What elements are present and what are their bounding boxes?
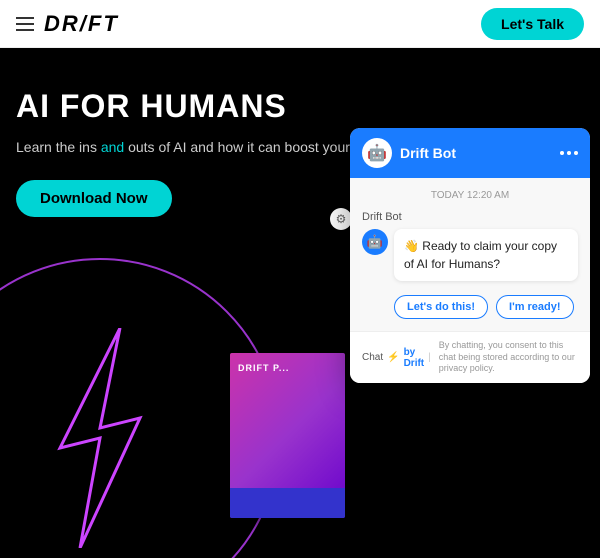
lets-talk-button[interactable]: Let's Talk — [481, 8, 584, 40]
drift-logo: DR/FT — [44, 11, 119, 37]
chat-footer-policy: By chatting, you consent to this chat be… — [439, 340, 578, 375]
nav-left: DR/FT — [16, 11, 119, 37]
chat-footer-by-drift: by Drift — [404, 347, 425, 369]
chat-widget: 🤖 Drift Bot TODAY 12:20 AM Drift Bot 🤖 👋… — [350, 128, 590, 383]
chat-footer-divider: | — [428, 352, 431, 363]
chat-body: TODAY 12:20 AM Drift Bot 🤖 👋 Ready to cl… — [350, 178, 590, 331]
chat-timestamp: TODAY 12:20 AM — [362, 190, 578, 201]
bot-avatar-small: 🤖 — [362, 229, 388, 255]
chat-bot-name: Drift Bot — [400, 145, 456, 161]
chat-options-icon[interactable] — [560, 151, 578, 155]
download-now-button[interactable]: Download Now — [16, 180, 172, 217]
book-label: DRIFT P... — [238, 363, 289, 373]
subtitle-highlight: and — [101, 139, 124, 155]
subtitle-text-before: Learn the ins — [16, 139, 101, 155]
menu-icon[interactable] — [16, 17, 34, 31]
chat-actions: Let's do this! I'm ready! — [394, 295, 578, 319]
chat-action-btn-2[interactable]: I'm ready! — [496, 295, 574, 319]
chat-header: 🤖 Drift Bot — [350, 128, 590, 178]
hero-title: AI FOR HUMANS — [16, 88, 584, 125]
chat-message-row: 🤖 👋 Ready to claim your copy of AI for H… — [362, 229, 578, 281]
chat-bubble: 👋 Ready to claim your copy of AI for Hum… — [394, 229, 578, 281]
chat-settings-icon[interactable]: ⚙ — [330, 208, 352, 230]
navbar: DR/FT Let's Talk — [0, 0, 600, 48]
chat-header-left: 🤖 Drift Bot — [362, 138, 456, 168]
book-bottom-bar — [230, 488, 345, 518]
hero-section: AI FOR HUMANS Learn the ins and outs of … — [0, 48, 600, 558]
lightning-icon — [30, 328, 170, 548]
chat-footer-bolt: ⚡ — [387, 352, 399, 363]
bot-avatar-header: 🤖 — [362, 138, 392, 168]
chat-action-btn-1[interactable]: Let's do this! — [394, 295, 488, 319]
chat-footer-chat: Chat — [362, 352, 383, 363]
chat-footer: Chat ⚡ by Drift | By chatting, you conse… — [350, 331, 590, 383]
chat-sender-name: Drift Bot — [362, 211, 578, 223]
book-mockup: DRIFT P... — [230, 353, 345, 518]
